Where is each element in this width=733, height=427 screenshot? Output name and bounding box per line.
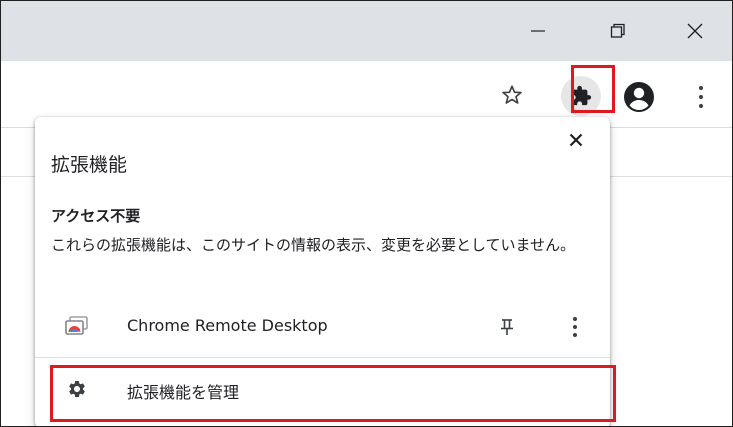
bookmark-star-button[interactable] xyxy=(498,81,526,109)
pin-button[interactable] xyxy=(493,313,521,341)
minimize-button[interactable] xyxy=(518,11,558,51)
chrome-remote-desktop-icon xyxy=(65,316,88,335)
account-circle-icon xyxy=(624,82,654,112)
popup-title: 拡張機能 xyxy=(51,154,128,176)
popup-close-button[interactable] xyxy=(565,129,587,151)
section-description: これらの拡張機能は、このサイトの情報の表示、変更を必要としていません。 xyxy=(51,236,576,254)
browser-window: 拡張機能 アクセス不要 これらの拡張機能は、このサイトの情報の表示、変更を必要と… xyxy=(0,0,733,427)
section-heading: アクセス不要 xyxy=(51,207,141,225)
pin-icon xyxy=(501,319,513,335)
maximize-button[interactable] xyxy=(598,11,638,51)
kebab-menu-icon xyxy=(573,317,577,321)
title-bar xyxy=(1,1,732,61)
extension-menu-button[interactable] xyxy=(565,313,585,341)
kebab-menu-icon xyxy=(699,86,703,90)
minimize-icon xyxy=(531,30,545,32)
browser-menu-button[interactable] xyxy=(691,81,711,113)
profile-button[interactable] xyxy=(623,81,655,113)
restore-icon xyxy=(610,23,625,38)
extension-name: Chrome Remote Desktop xyxy=(127,316,328,335)
extensions-button-highlight xyxy=(571,65,615,113)
close-icon xyxy=(569,133,583,147)
close-icon xyxy=(687,23,703,39)
manage-extensions-highlight xyxy=(50,365,616,422)
star-icon xyxy=(502,85,522,104)
extension-item[interactable]: Chrome Remote Desktop xyxy=(35,307,610,347)
close-window-button[interactable] xyxy=(675,11,715,51)
popup-divider xyxy=(35,357,610,358)
